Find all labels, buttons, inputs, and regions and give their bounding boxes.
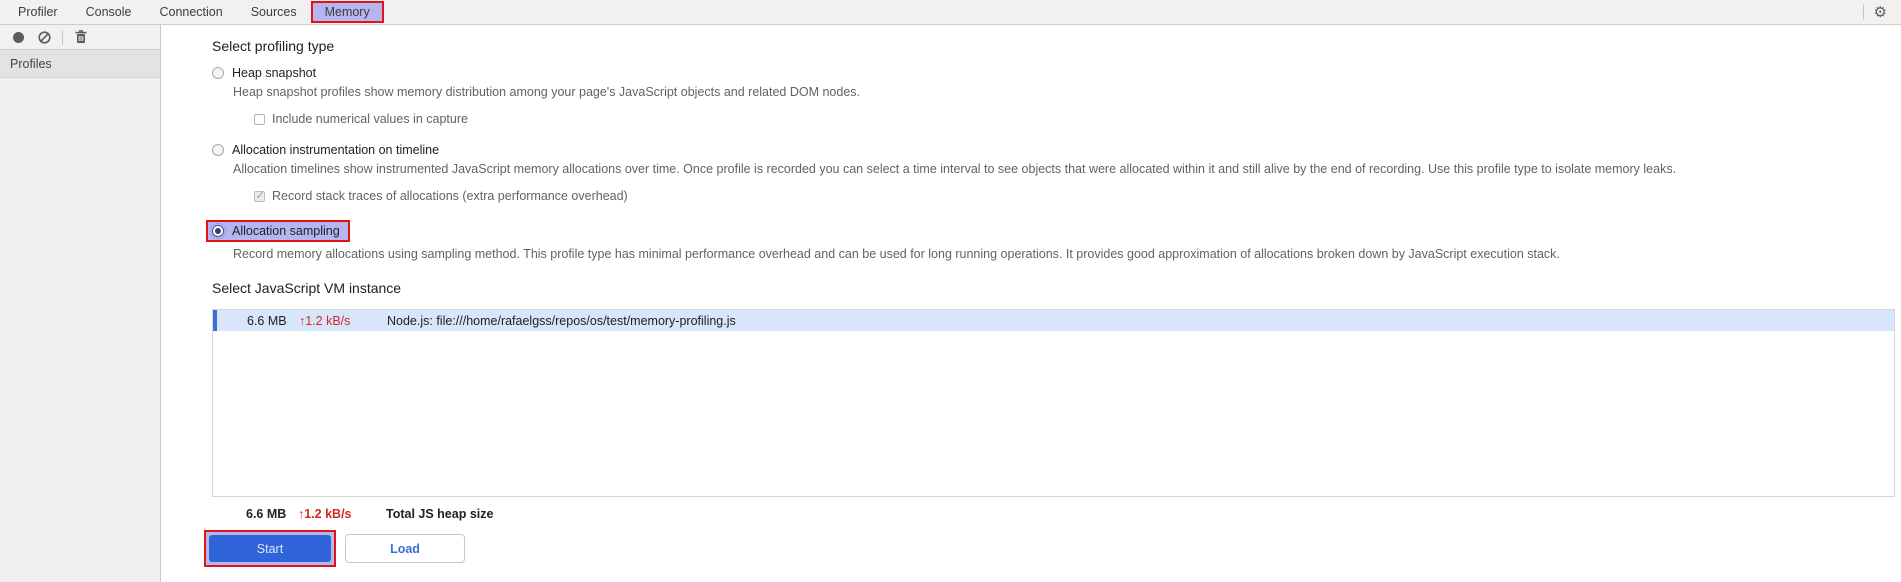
tab-connection[interactable]: Connection xyxy=(145,1,236,23)
tab-console[interactable]: Console xyxy=(72,1,146,23)
allocation-timeline-label: Allocation instrumentation on timeline xyxy=(232,143,440,157)
checkbox-icon-include-numerical[interactable] xyxy=(254,113,265,125)
vm-instance-name: Node.js: file:///home/rafaelgss/repos/os… xyxy=(387,313,736,328)
tab-profiler[interactable]: Profiler xyxy=(4,1,72,23)
allocation-sampling-description: Record memory allocations using sampling… xyxy=(233,247,1560,261)
load-button[interactable]: Load xyxy=(345,534,465,563)
tab-sources[interactable]: Sources xyxy=(237,1,311,23)
delete-icon[interactable] xyxy=(73,29,89,45)
heap-snapshot-description: Heap snapshot profiles show memory distr… xyxy=(233,85,861,99)
radio-option-heap-snapshot[interactable]: Heap snapshot xyxy=(212,66,1901,80)
total-heap-size: 6.6 MB xyxy=(246,507,287,521)
total-heap-row: 6.6 MB ↑1.2 kB/s Total JS heap size xyxy=(246,507,1901,521)
record-stack-traces-label: Record stack traces of allocations (extr… xyxy=(272,189,628,203)
include-numerical-label: Include numerical values in capture xyxy=(272,112,468,126)
sidebar-item-profiles[interactable]: Profiles xyxy=(0,50,160,78)
record-icon[interactable] xyxy=(10,29,26,45)
vm-instance-row[interactable]: 6.6 MB ↑1.2 kB/s Node.js: file:///home/r… xyxy=(213,310,1894,331)
panel-layout: Profiles Select profiling type Heap snap… xyxy=(0,25,1901,582)
profiling-type-heading: Select profiling type xyxy=(212,38,335,54)
vm-heap-size: 6.6 MB xyxy=(247,313,287,328)
devtools-tab-bar: Profiler Console Connection Sources Memo… xyxy=(0,0,1901,25)
vm-instance-list: 6.6 MB ↑1.2 kB/s Node.js: file:///home/r… xyxy=(212,309,1895,497)
gear-icon[interactable]: ⚙ xyxy=(1874,5,1887,20)
tab-memory[interactable]: Memory xyxy=(310,1,384,23)
checkbox-include-numerical-values[interactable]: Include numerical values in capture xyxy=(254,112,1901,126)
heap-snapshot-label: Heap snapshot xyxy=(232,66,317,80)
memory-panel-main: Select profiling type Heap snapshot Heap… xyxy=(161,25,1901,582)
action-buttons-row: Start Load xyxy=(204,530,1901,567)
radio-option-allocation-timeline[interactable]: Allocation instrumentation on timeline xyxy=(212,143,1901,157)
memory-toolbar xyxy=(0,25,160,50)
start-button-annotation: Start xyxy=(204,530,336,567)
radio-icon-allocation-sampling[interactable] xyxy=(210,223,226,239)
tabbar-divider xyxy=(1862,4,1864,20)
allocation-timeline-description: Allocation timelines show instrumented J… xyxy=(233,162,1677,176)
toolbar-divider xyxy=(62,29,63,45)
radio-icon-allocation-timeline[interactable] xyxy=(212,144,224,156)
total-heap-label: Total JS heap size xyxy=(386,507,494,521)
radio-icon-heap-snapshot[interactable] xyxy=(212,67,224,79)
clear-icon[interactable] xyxy=(36,29,52,45)
checkbox-record-stack-traces[interactable]: Record stack traces of allocations (extr… xyxy=(254,189,1901,203)
left-sidebar: Profiles xyxy=(0,25,161,582)
allocation-sampling-annotation: Allocation sampling xyxy=(206,220,350,242)
allocation-sampling-label[interactable]: Allocation sampling xyxy=(232,224,340,238)
vm-heap-rate: ↑1.2 kB/s xyxy=(299,313,351,328)
profiles-label: Profiles xyxy=(10,56,52,71)
vm-instance-heading: Select JavaScript VM instance xyxy=(212,280,402,296)
checkbox-icon-record-stack-traces[interactable] xyxy=(254,189,265,202)
total-heap-rate: ↑1.2 kB/s xyxy=(298,507,352,521)
start-button[interactable]: Start xyxy=(209,535,331,562)
